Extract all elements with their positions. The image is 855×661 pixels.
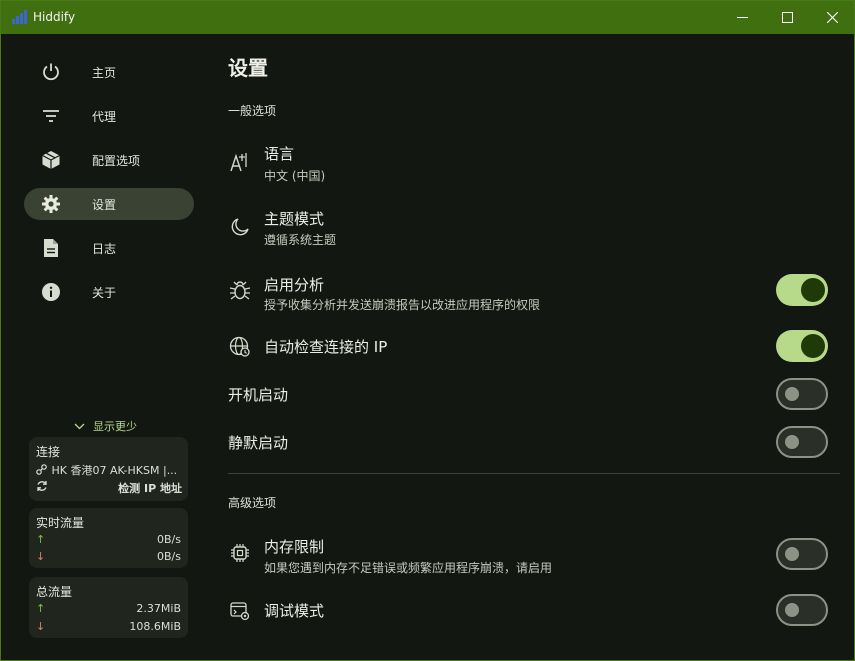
sidebar-item-home[interactable]: 主页: [24, 56, 194, 88]
autostart-title: 开机启动: [228, 386, 289, 404]
app-logo-icon: [12, 10, 27, 24]
realtime-traffic-card: 实时流量 ↑ 0B/s ↓ 0B/s: [29, 508, 188, 568]
filter-icon: [40, 105, 62, 127]
maximize-button[interactable]: [764, 1, 810, 34]
silent-start-toggle[interactable]: [776, 426, 828, 458]
auto-ip-toggle[interactable]: [776, 330, 828, 362]
total-upload-row: ↑ 2.37MiB: [36, 602, 181, 615]
auto-ip-title: 自动检查连接的 IP: [264, 338, 388, 356]
bug-icon: [228, 278, 252, 302]
server-name: HK 香港07 AK-HKSM |...: [51, 464, 178, 477]
total-upload-value: 2.37MiB: [136, 602, 181, 615]
autostart-toggle[interactable]: [776, 378, 828, 410]
sidebar-item-label: 代理: [92, 110, 117, 124]
chip-icon: [228, 541, 252, 565]
language-value: 中文 (中国): [264, 169, 326, 183]
minimize-icon: [736, 17, 748, 18]
toggle-knob: [785, 547, 799, 561]
realtime-traffic-title: 实时流量: [36, 516, 85, 530]
theme-title: 主题模式: [264, 210, 325, 228]
app-window: Hiddify 主页 代理 配置选项 设置 日志 关于 显示更少 连接 HK 香…: [0, 0, 855, 661]
toggle-knob: [785, 387, 799, 401]
analytics-description: 授予收集分析并发送崩溃报告以改进应用程序的权限: [264, 298, 541, 312]
total-download-value: 108.6MiB: [129, 620, 181, 633]
analytics-toggle[interactable]: [776, 274, 828, 306]
sidebar-item-label: 日志: [92, 242, 117, 256]
sidebar: 主页 代理 配置选项 设置 日志 关于 显示更少 连接 HK 香港07 AK-H…: [1, 34, 201, 660]
show-less-toggle[interactable]: 显示更少: [74, 418, 137, 434]
total-download-row: ↓ 108.6MiB: [36, 620, 181, 633]
settings-page: 设置 一般选项 语言 中文 (中国) 主题模式 遵循系统主题 启用分析 授予收集…: [201, 34, 854, 660]
sidebar-item-proxies[interactable]: 代理: [24, 100, 194, 132]
sidebar-item-label: 设置: [92, 198, 117, 212]
debug-mode-title: 调试模式: [264, 602, 325, 620]
sidebar-item-profiles[interactable]: 配置选项: [24, 144, 194, 176]
memory-limit-toggle[interactable]: [776, 538, 828, 570]
chevron-down-icon: [74, 420, 85, 433]
advanced-section-title: 高级选项: [228, 496, 277, 510]
sidebar-item-label: 主页: [92, 66, 117, 80]
total-traffic-title: 总流量: [36, 585, 73, 599]
section-divider: [228, 473, 840, 474]
total-traffic-card: 总流量 ↑ 2.37MiB ↓ 108.6MiB: [29, 577, 188, 638]
box-icon: [40, 149, 62, 171]
memory-limit-title: 内存限制: [264, 538, 325, 556]
silent-start-title: 静默启动: [228, 434, 289, 452]
minimize-button[interactable]: [719, 1, 765, 34]
memory-limit-description: 如果您遇到内存不足错误或频繁应用程序崩溃，请启用: [264, 561, 553, 575]
moon-icon: [228, 215, 252, 239]
toggle-knob: [785, 603, 799, 617]
language-title: 语言: [264, 145, 295, 163]
server-selector[interactable]: HK 香港07 AK-HKSM |...: [36, 462, 177, 478]
maximize-icon: [781, 12, 793, 23]
download-arrow-icon: ↓: [36, 620, 46, 633]
toggle-knob: [801, 278, 825, 302]
connection-card: 连接 HK 香港07 AK-HKSM |... 检测 IP 地址: [29, 437, 188, 501]
realtime-download-value: 0B/s: [157, 550, 181, 563]
sidebar-item-label: 配置选项: [92, 154, 141, 168]
connection-title: 连接: [36, 445, 61, 459]
detect-ip-button[interactable]: 检测 IP 地址: [118, 480, 182, 496]
show-less-label: 显示更少: [93, 420, 137, 433]
upload-arrow-icon: ↑: [36, 533, 46, 546]
info-icon: [40, 281, 62, 303]
realtime-download-row: ↓ 0B/s: [36, 550, 181, 563]
globe-icon: [228, 335, 252, 359]
gear-icon: [40, 193, 62, 215]
realtime-upload-row: ↑ 0B/s: [36, 533, 181, 546]
page-title: 设置: [228, 56, 268, 80]
detect-ip-row[interactable]: 检测 IP 地址: [36, 480, 182, 495]
analytics-title: 启用分析: [264, 276, 325, 294]
translate-icon: [228, 150, 252, 174]
sidebar-item-logs[interactable]: 日志: [24, 232, 194, 264]
toggle-knob: [801, 334, 825, 358]
title-bar[interactable]: Hiddify: [1, 1, 854, 34]
close-icon: [826, 12, 838, 23]
theme-value: 遵循系统主题: [264, 233, 337, 247]
sidebar-item-settings[interactable]: 设置: [24, 188, 194, 220]
sidebar-item-about[interactable]: 关于: [24, 276, 194, 308]
download-arrow-icon: ↓: [36, 550, 46, 563]
document-icon: [40, 237, 62, 259]
link-icon: [36, 464, 48, 478]
power-icon: [40, 61, 62, 83]
debug-mode-toggle[interactable]: [776, 594, 828, 626]
upload-arrow-icon: ↑: [36, 602, 46, 615]
close-button[interactable]: [809, 1, 855, 34]
debug-icon: [228, 599, 252, 623]
general-section-title: 一般选项: [228, 104, 277, 118]
refresh-icon: [36, 480, 48, 495]
realtime-upload-value: 0B/s: [157, 533, 181, 546]
sidebar-item-label: 关于: [92, 286, 117, 300]
app-title: Hiddify: [33, 10, 76, 24]
toggle-knob: [785, 435, 799, 449]
